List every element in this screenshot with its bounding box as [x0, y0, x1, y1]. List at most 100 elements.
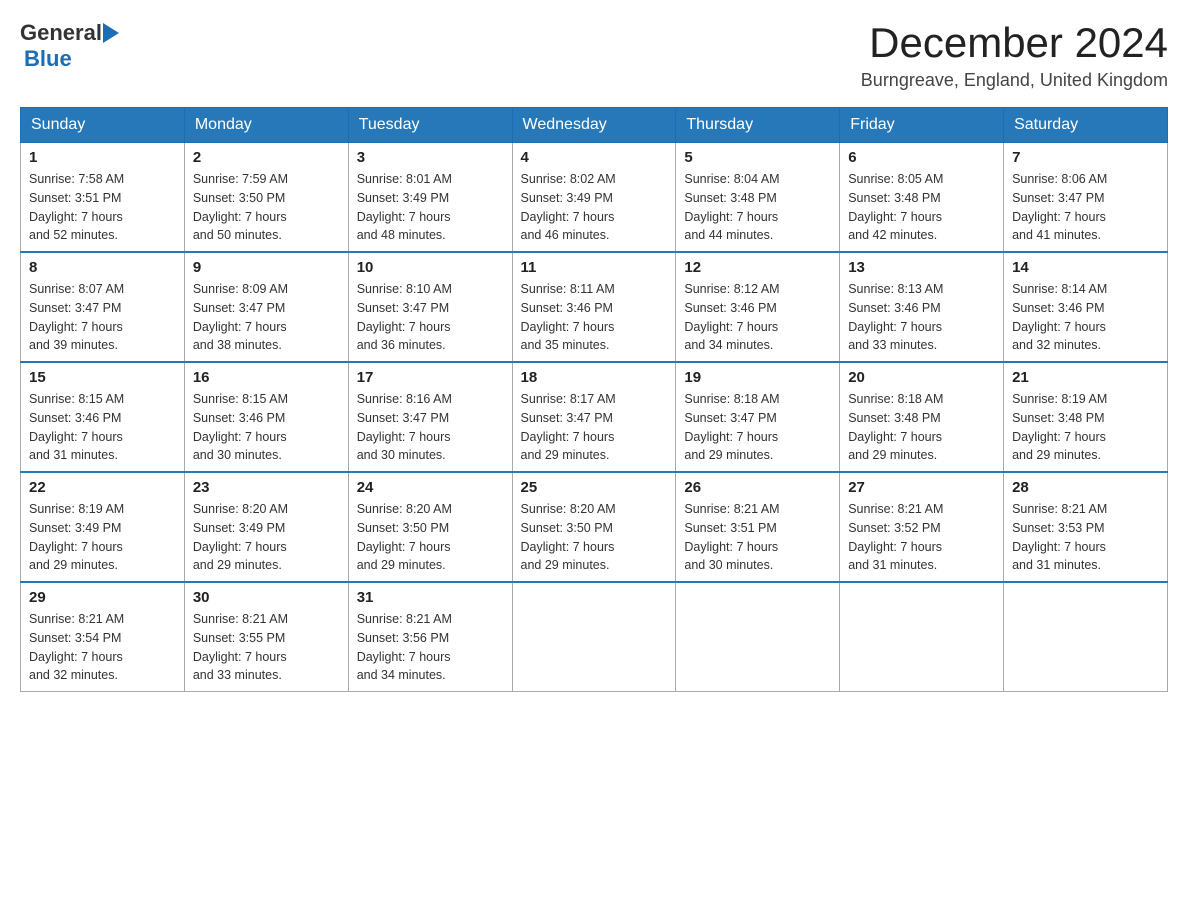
day-info: Sunrise: 8:16 AM Sunset: 3:47 PM Dayligh… — [357, 390, 504, 465]
calendar-day-cell: 6Sunrise: 8:05 AM Sunset: 3:48 PM Daylig… — [840, 143, 1004, 253]
day-number: 27 — [848, 479, 995, 496]
day-info: Sunrise: 8:14 AM Sunset: 3:46 PM Dayligh… — [1012, 280, 1159, 355]
day-info: Sunrise: 8:21 AM Sunset: 3:51 PM Dayligh… — [684, 500, 831, 575]
day-number: 14 — [1012, 259, 1159, 276]
calendar-week-row: 1 Sunrise: 7:58 AM Sunset: 3:51 PM Daylig… — [21, 143, 1168, 253]
day-info: Sunrise: 7:58 AM Sunset: 3:51 PM Dayligh… — [29, 170, 176, 245]
calendar-day-cell: 2Sunrise: 7:59 AM Sunset: 3:50 PM Daylig… — [184, 143, 348, 253]
page-header: General Blue December 2024 Burngreave, E… — [20, 20, 1168, 91]
calendar-day-cell: 22Sunrise: 8:19 AM Sunset: 3:49 PM Dayli… — [21, 472, 185, 582]
day-number: 5 — [684, 149, 831, 166]
day-info: Sunrise: 8:01 AM Sunset: 3:49 PM Dayligh… — [357, 170, 504, 245]
calendar-day-cell — [840, 582, 1004, 692]
day-number: 20 — [848, 369, 995, 386]
calendar-day-cell: 11 Sunrise: 8:11 AM Sunset: 3:46 PM Dayli… — [512, 252, 676, 362]
calendar-day-cell: 26 Sunrise: 8:21 AM Sunset: 3:51 PM Dayli… — [676, 472, 840, 582]
calendar-day-cell: 30 Sunrise: 8:21 AM Sunset: 3:55 PM Dayli… — [184, 582, 348, 692]
day-info: Sunrise: 8:05 AM Sunset: 3:48 PM Dayligh… — [848, 170, 995, 245]
title-section: December 2024 Burngreave, England, Unite… — [861, 20, 1168, 91]
day-info: Sunrise: 8:09 AM Sunset: 3:47 PM Dayligh… — [193, 280, 340, 355]
day-of-week-header: Saturday — [1004, 108, 1168, 143]
calendar-day-cell: 25Sunrise: 8:20 AM Sunset: 3:50 PM Dayli… — [512, 472, 676, 582]
day-number: 29 — [29, 589, 176, 606]
day-number: 18 — [521, 369, 668, 386]
day-of-week-header: Wednesday — [512, 108, 676, 143]
day-info: Sunrise: 8:20 AM Sunset: 3:50 PM Dayligh… — [357, 500, 504, 575]
day-info: Sunrise: 8:19 AM Sunset: 3:48 PM Dayligh… — [1012, 390, 1159, 465]
day-number: 24 — [357, 479, 504, 496]
calendar-week-row: 22Sunrise: 8:19 AM Sunset: 3:49 PM Dayli… — [21, 472, 1168, 582]
calendar-table: SundayMondayTuesdayWednesdayThursdayFrid… — [20, 107, 1168, 692]
day-info: Sunrise: 8:20 AM Sunset: 3:49 PM Dayligh… — [193, 500, 340, 575]
day-number: 21 — [1012, 369, 1159, 386]
day-info: Sunrise: 8:17 AM Sunset: 3:47 PM Dayligh… — [521, 390, 668, 465]
day-info: Sunrise: 8:13 AM Sunset: 3:46 PM Dayligh… — [848, 280, 995, 355]
calendar-day-cell: 24 Sunrise: 8:20 AM Sunset: 3:50 PM Dayli… — [348, 472, 512, 582]
day-info: Sunrise: 8:10 AM Sunset: 3:47 PM Dayligh… — [357, 280, 504, 355]
day-info: Sunrise: 8:02 AM Sunset: 3:49 PM Dayligh… — [521, 170, 668, 245]
day-number: 10 — [357, 259, 504, 276]
calendar-day-cell: 15 Sunrise: 8:15 AM Sunset: 3:46 PM Dayli… — [21, 362, 185, 472]
day-info: Sunrise: 8:07 AM Sunset: 3:47 PM Dayligh… — [29, 280, 176, 355]
day-info: Sunrise: 8:21 AM Sunset: 3:53 PM Dayligh… — [1012, 500, 1159, 575]
calendar-day-cell: 21 Sunrise: 8:19 AM Sunset: 3:48 PM Dayli… — [1004, 362, 1168, 472]
calendar-day-cell: 14 Sunrise: 8:14 AM Sunset: 3:46 PM Dayli… — [1004, 252, 1168, 362]
calendar-day-cell: 5 Sunrise: 8:04 AM Sunset: 3:48 PM Daylig… — [676, 143, 840, 253]
logo: General Blue — [20, 20, 120, 72]
day-info: Sunrise: 8:11 AM Sunset: 3:46 PM Dayligh… — [521, 280, 668, 355]
day-number: 7 — [1012, 149, 1159, 166]
calendar-day-cell: 10 Sunrise: 8:10 AM Sunset: 3:47 PM Dayli… — [348, 252, 512, 362]
calendar-day-cell: 1 Sunrise: 7:58 AM Sunset: 3:51 PM Daylig… — [21, 143, 185, 253]
day-number: 25 — [521, 479, 668, 496]
day-number: 22 — [29, 479, 176, 496]
day-number: 1 — [29, 149, 176, 166]
day-of-week-header: Tuesday — [348, 108, 512, 143]
day-number: 23 — [193, 479, 340, 496]
day-number: 19 — [684, 369, 831, 386]
day-number: 13 — [848, 259, 995, 276]
day-info: Sunrise: 8:15 AM Sunset: 3:46 PM Dayligh… — [29, 390, 176, 465]
day-info: Sunrise: 8:18 AM Sunset: 3:47 PM Dayligh… — [684, 390, 831, 465]
day-info: Sunrise: 8:21 AM Sunset: 3:56 PM Dayligh… — [357, 610, 504, 685]
calendar-day-cell: 13 Sunrise: 8:13 AM Sunset: 3:46 PM Dayli… — [840, 252, 1004, 362]
calendar-day-cell: 20 Sunrise: 8:18 AM Sunset: 3:48 PM Dayli… — [840, 362, 1004, 472]
calendar-day-cell: 4Sunrise: 8:02 AM Sunset: 3:49 PM Daylig… — [512, 143, 676, 253]
day-number: 31 — [357, 589, 504, 606]
day-info: Sunrise: 8:15 AM Sunset: 3:46 PM Dayligh… — [193, 390, 340, 465]
calendar-day-cell: 31 Sunrise: 8:21 AM Sunset: 3:56 PM Dayli… — [348, 582, 512, 692]
day-of-week-header: Friday — [840, 108, 1004, 143]
calendar-day-cell: 28 Sunrise: 8:21 AM Sunset: 3:53 PM Dayli… — [1004, 472, 1168, 582]
day-info: Sunrise: 8:18 AM Sunset: 3:48 PM Dayligh… — [848, 390, 995, 465]
day-of-week-header: Thursday — [676, 108, 840, 143]
day-number: 15 — [29, 369, 176, 386]
day-number: 3 — [357, 149, 504, 166]
day-number: 9 — [193, 259, 340, 276]
location-text: Burngreave, England, United Kingdom — [861, 70, 1168, 91]
logo-arrow-icon — [103, 23, 119, 43]
calendar-day-cell: 27 Sunrise: 8:21 AM Sunset: 3:52 PM Dayli… — [840, 472, 1004, 582]
day-number: 26 — [684, 479, 831, 496]
calendar-day-cell: 17Sunrise: 8:16 AM Sunset: 3:47 PM Dayli… — [348, 362, 512, 472]
calendar-week-row: 8 Sunrise: 8:07 AM Sunset: 3:47 PM Daylig… — [21, 252, 1168, 362]
day-number: 11 — [521, 259, 668, 276]
day-info: Sunrise: 8:04 AM Sunset: 3:48 PM Dayligh… — [684, 170, 831, 245]
logo-blue-text: Blue — [24, 46, 120, 72]
calendar-day-cell: 8 Sunrise: 8:07 AM Sunset: 3:47 PM Daylig… — [21, 252, 185, 362]
day-info: Sunrise: 8:12 AM Sunset: 3:46 PM Dayligh… — [684, 280, 831, 355]
calendar-day-cell: 29Sunrise: 8:21 AM Sunset: 3:54 PM Dayli… — [21, 582, 185, 692]
calendar-week-row: 15 Sunrise: 8:15 AM Sunset: 3:46 PM Dayli… — [21, 362, 1168, 472]
calendar-day-cell: 23 Sunrise: 8:20 AM Sunset: 3:49 PM Dayli… — [184, 472, 348, 582]
day-info: Sunrise: 8:21 AM Sunset: 3:52 PM Dayligh… — [848, 500, 995, 575]
day-info: Sunrise: 7:59 AM Sunset: 3:50 PM Dayligh… — [193, 170, 340, 245]
day-number: 8 — [29, 259, 176, 276]
day-number: 28 — [1012, 479, 1159, 496]
calendar-day-cell: 12Sunrise: 8:12 AM Sunset: 3:46 PM Dayli… — [676, 252, 840, 362]
day-info: Sunrise: 8:21 AM Sunset: 3:55 PM Dayligh… — [193, 610, 340, 685]
day-number: 30 — [193, 589, 340, 606]
day-of-week-header: Monday — [184, 108, 348, 143]
day-info: Sunrise: 8:06 AM Sunset: 3:47 PM Dayligh… — [1012, 170, 1159, 245]
calendar-day-cell: 7 Sunrise: 8:06 AM Sunset: 3:47 PM Daylig… — [1004, 143, 1168, 253]
month-year-title: December 2024 — [861, 20, 1168, 66]
calendar-day-cell: 3 Sunrise: 8:01 AM Sunset: 3:49 PM Daylig… — [348, 143, 512, 253]
calendar-day-cell: 16Sunrise: 8:15 AM Sunset: 3:46 PM Dayli… — [184, 362, 348, 472]
